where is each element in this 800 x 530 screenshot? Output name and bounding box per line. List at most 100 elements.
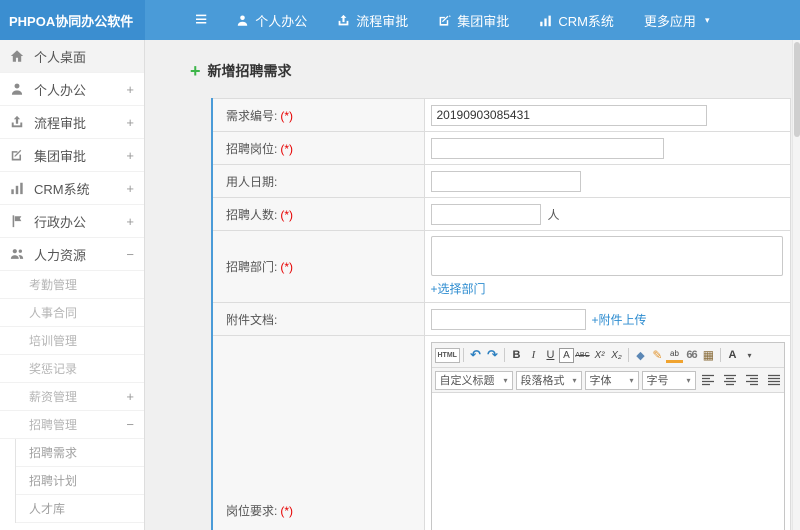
sidebar-item-label: CRM系统 — [34, 181, 90, 197]
font-style-button[interactable]: A — [724, 346, 741, 365]
sidebar-item-label: 人事合同 — [29, 306, 78, 320]
demand-no-input[interactable] — [430, 104, 707, 126]
sidebar-item-label: 奖惩记录 — [29, 362, 78, 376]
dropdown-label: 段落格式 — [520, 375, 565, 387]
superscript-button[interactable]: X² — [591, 346, 608, 365]
sidebar-item-label: 考勤管理 — [29, 278, 78, 292]
topnav-label: 个人办公 — [255, 13, 308, 29]
expand-icon[interactable]: + — [126, 389, 134, 404]
font-color-button[interactable]: A — [558, 347, 574, 363]
strikethrough-button[interactable]: ABC — [574, 346, 591, 365]
sidebar-item-salary[interactable]: 薪资管理 + — [0, 383, 144, 411]
sidebar-item-label: 人力资源 — [34, 247, 87, 263]
expand-icon[interactable]: + — [126, 214, 134, 229]
people-icon — [10, 247, 25, 261]
topnav-item-group-approval[interactable]: 集团审批 — [423, 0, 524, 40]
department-textarea[interactable] — [430, 236, 783, 276]
align-right-icon[interactable] — [743, 371, 762, 390]
highlight-button[interactable]: ab — [665, 348, 683, 363]
expand-icon[interactable]: + — [126, 82, 134, 97]
sidebar-submenu-recruitment: 招聘需求 招聘计划 人才库 — [15, 439, 144, 523]
sidebar-item-label: 招聘管理 — [29, 418, 78, 432]
main-content: + 新增招聘需求 需求编号:(*) 招聘岗位:(*) — [146, 40, 800, 530]
select-department-link[interactable]: +选择部门 — [431, 282, 486, 296]
sidebar-item-personal-desktop[interactable]: 个人桌面 — [0, 40, 144, 73]
sidebar-item-admin-office[interactable]: 行政办公 + — [0, 205, 144, 238]
sidebar-item-personal-office[interactable]: 个人办公 + — [0, 73, 144, 106]
app-window: PHPOA协同办公软件 ≡ 个人办公 流程审批 集团审批 CRM系统 更多应用 — [0, 0, 800, 530]
format-brush-button[interactable]: ✎ — [649, 346, 666, 365]
sidebar-item-rewards[interactable]: 奖惩记录 — [0, 355, 144, 383]
sidebar-item-recruitment[interactable]: 招聘管理 − — [0, 411, 144, 439]
chart-icon — [10, 181, 25, 195]
redo-button[interactable]: ↷ — [484, 346, 501, 365]
scrollbar-thumb[interactable] — [794, 42, 800, 137]
subscript-button[interactable]: X₂ — [608, 346, 625, 365]
topnav-item-personal-office[interactable]: 个人办公 — [221, 0, 322, 40]
menu-toggle-icon[interactable]: ≡ — [195, 0, 207, 40]
topnav-label: 流程审批 — [356, 13, 409, 29]
person-icon — [236, 14, 249, 27]
font-size-dropdown[interactable]: 字号 ▾ — [641, 370, 696, 390]
sidebar-item-crm-system[interactable]: CRM系统 + — [0, 172, 144, 205]
caret-down-icon[interactable]: ▾ — [705, 0, 722, 40]
topnav-item-more-apps[interactable]: 更多应用 — [629, 0, 711, 40]
bold-button[interactable]: B — [508, 346, 525, 365]
expand-icon[interactable]: + — [126, 181, 134, 196]
align-left-icon[interactable] — [699, 371, 718, 390]
person-icon — [10, 82, 25, 96]
sidebar-item-workflow-approval[interactable]: 流程审批 + — [0, 106, 144, 139]
sidebar-item-talent-pool[interactable]: 人才库 — [16, 495, 144, 523]
form-row-headcount: 招聘人数: (*) 人 — [211, 197, 791, 231]
position-input[interactable] — [430, 137, 664, 159]
expand-icon[interactable]: + — [126, 115, 134, 130]
page-scrollbar[interactable] — [792, 40, 800, 530]
sidebar-item-training[interactable]: 培训管理 — [0, 327, 144, 355]
html-source-button[interactable]: HTML — [434, 347, 460, 363]
custom-heading-dropdown[interactable]: 自定义标题 ▾ — [434, 370, 513, 390]
sidebar-item-group-approval[interactable]: 集团审批 + — [0, 139, 144, 172]
attachment-input[interactable] — [430, 308, 586, 330]
sidebar: 个人桌面 个人办公 + 流程审批 + 集团审批 + CRM系统 + 行政办公 + — [0, 40, 145, 530]
align-center-icon[interactable] — [721, 371, 740, 390]
sidebar-item-label: 集团审批 — [34, 148, 87, 164]
sidebar-item-human-resources[interactable]: 人力资源 − — [0, 238, 144, 271]
hire-date-input[interactable] — [430, 170, 581, 192]
headcount-input[interactable] — [430, 203, 541, 225]
editor-content-area[interactable] — [431, 393, 784, 530]
font-family-dropdown[interactable]: 字体 ▾ — [584, 370, 639, 390]
attachment-upload-link[interactable]: +附件上传 — [592, 311, 647, 328]
editor-toolbar-row1: HTML ↶ ↷ B I U A ABC X² X₂ ◆ ✎ ab 66 ▦ A… — [431, 343, 784, 368]
rich-text-editor: HTML ↶ ↷ B I U A ABC X² X₂ ◆ ✎ ab 66 ▦ A… — [430, 342, 785, 530]
sidebar-item-recruit-plan[interactable]: 招聘计划 — [16, 467, 144, 495]
table-button[interactable]: ▦ — [700, 346, 717, 365]
sidebar-item-attendance[interactable]: 考勤管理 — [0, 271, 144, 299]
blockquote-button[interactable]: 66 — [683, 346, 700, 365]
collapse-icon[interactable]: − — [126, 247, 134, 262]
form-row-position: 招聘岗位: (*) — [211, 131, 791, 165]
sidebar-item-hr-contracts[interactable]: 人事合同 — [0, 299, 144, 327]
underline-button[interactable]: U — [542, 346, 559, 365]
field-label: 附件文档: — [226, 312, 278, 327]
collapse-icon[interactable]: − — [126, 417, 134, 432]
topnav-item-workflow-approval[interactable]: 流程审批 — [322, 0, 423, 40]
topnav-item-crm-system[interactable]: CRM系统 — [524, 0, 629, 40]
expand-icon[interactable]: + — [126, 148, 134, 163]
toolbar-separator — [719, 348, 721, 362]
eraser-button[interactable]: ◆ — [632, 346, 649, 365]
paragraph-format-dropdown[interactable]: 段落格式 ▾ — [515, 370, 582, 390]
headcount-unit: 人 — [547, 207, 560, 222]
field-label: 需求编号: — [226, 108, 278, 123]
required-mark: (*) — [280, 108, 294, 123]
align-justify-icon[interactable] — [765, 371, 784, 390]
toolbar-separator — [627, 348, 629, 362]
edit-icon — [438, 14, 451, 27]
field-label: 岗位要求: — [226, 504, 278, 518]
dropdown-label: 字体 — [589, 375, 612, 387]
form-row-attachment: 附件文档: +附件上传 — [211, 302, 791, 336]
sidebar-item-recruit-demand[interactable]: 招聘需求 — [16, 439, 144, 467]
italic-button[interactable]: I — [525, 346, 542, 365]
undo-button[interactable]: ↶ — [467, 346, 484, 365]
topnav-label: 更多应用 — [643, 13, 696, 29]
more-options-button[interactable]: ▾ — [741, 346, 758, 365]
